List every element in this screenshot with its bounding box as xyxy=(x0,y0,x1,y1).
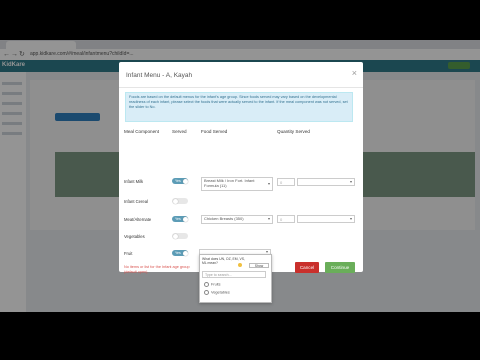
chevron-down-icon: ▾ xyxy=(349,179,352,184)
radio-icon xyxy=(204,290,209,295)
screen: ← → ↻ app.kidkare.com/#/meal/infantmenu?… xyxy=(0,40,480,312)
units-help-question: What does UN, OZ, EM, VS, ML mean? xyxy=(202,257,245,265)
toggle-knob xyxy=(172,198,178,204)
chevron-down-icon: ▾ xyxy=(267,181,270,186)
served-toggle-vegetables[interactable] xyxy=(172,233,188,239)
row-label-fruit: Fruit xyxy=(124,251,133,256)
close-icon[interactable]: × xyxy=(352,69,357,78)
header-meal-component: Meal Component xyxy=(124,129,159,134)
cancel-button[interactable]: Cancel xyxy=(295,262,319,273)
continue-button[interactable]: Continue xyxy=(325,262,355,273)
toggle-knob xyxy=(172,233,178,239)
option-label: Fruits xyxy=(211,282,221,287)
unit-select-meat-alternate[interactable]: ▾ xyxy=(297,215,355,223)
warning-text: No items or list for the Infant age grou… xyxy=(124,265,190,274)
row-label-infant-cereal: Infant Cereal xyxy=(124,199,148,204)
option-label: Vegetables xyxy=(211,290,230,295)
toggle-knob xyxy=(182,250,188,256)
radio-icon xyxy=(204,282,209,287)
dropdown-option-fruits[interactable]: Fruits xyxy=(204,282,221,287)
header-served: Served xyxy=(172,129,187,134)
food-search-input[interactable]: Type to search... xyxy=(202,271,266,278)
quantity-input-meat-alternate[interactable]: 0 xyxy=(277,215,295,223)
header-quantity-served: Quantity Served xyxy=(277,129,310,134)
served-toggle-infant-cereal[interactable] xyxy=(172,198,188,204)
divider xyxy=(119,87,363,88)
toggle-label: Yes xyxy=(175,251,181,255)
toggle-label: Yes xyxy=(175,217,181,221)
help-icon[interactable] xyxy=(238,263,242,267)
food-select-infant-milk[interactable]: Breast Milk / Iron Fort. Infant Formula … xyxy=(201,177,273,191)
row-label-meat-alternate: Meat/Alternate xyxy=(124,217,152,222)
row-label-vegetables: Vegetables xyxy=(124,234,145,239)
toggle-knob xyxy=(182,216,188,222)
served-toggle-fruit[interactable]: Yes xyxy=(172,250,188,256)
info-alert: Foods are based on the default menus for… xyxy=(125,92,353,122)
modal-title: Infant Menu - A, Kayah xyxy=(126,72,193,79)
dropdown-option-vegetables[interactable]: Vegetables xyxy=(204,290,230,295)
chevron-down-icon: ▾ xyxy=(267,216,270,221)
served-toggle-meat-alternate[interactable]: Yes xyxy=(172,216,188,222)
quantity-input-infant-milk[interactable]: 0 xyxy=(277,178,295,186)
chevron-down-icon: ▾ xyxy=(349,216,352,221)
row-label-infant-milk: Infant Milk xyxy=(124,179,144,184)
served-toggle-infant-milk[interactable]: Yes xyxy=(172,178,188,184)
toggle-label: Yes xyxy=(175,179,181,183)
unit-select-infant-milk[interactable]: ▾ xyxy=(297,178,355,186)
food-select-value: Breast Milk / Iron Fort. Infant Formula … xyxy=(204,178,255,188)
food-dropdown-menu: What does UN, OZ, EM, VS, ML mean? Show … xyxy=(199,254,272,303)
infant-menu-modal: Infant Menu - A, Kayah × Foods are based… xyxy=(119,62,363,303)
show-button[interactable]: Show xyxy=(249,263,269,268)
food-select-value: Chicken Breasts (350) xyxy=(204,216,244,221)
header-food-served: Food Served xyxy=(201,129,228,134)
food-select-meat-alternate[interactable]: Chicken Breasts (350) ▾ xyxy=(201,215,273,224)
toggle-knob xyxy=(182,178,188,184)
